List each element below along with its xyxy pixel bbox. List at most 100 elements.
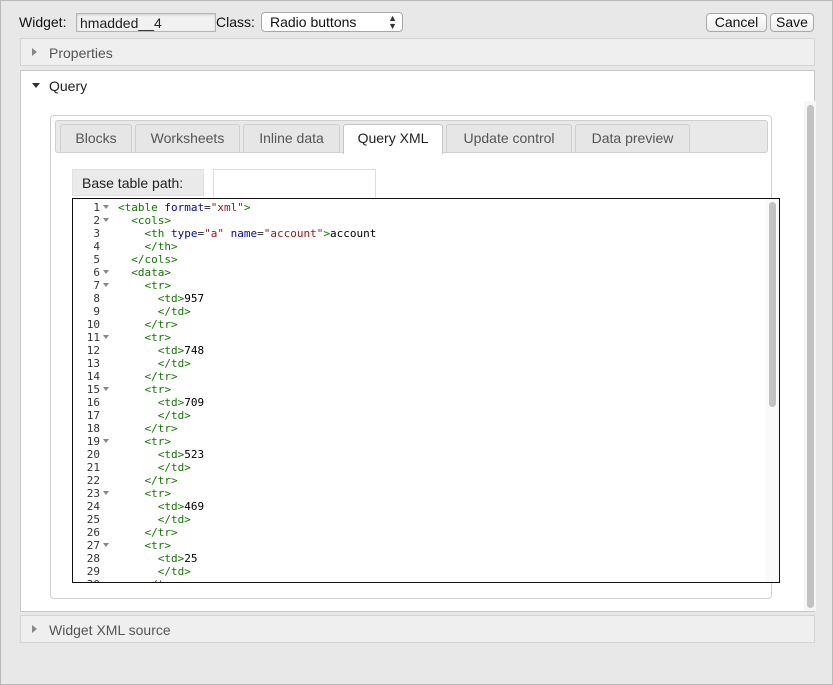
fold-arrow-icon[interactable] xyxy=(103,218,109,222)
code-line: 14 </tr> xyxy=(73,370,779,383)
line-number: 23 xyxy=(86,487,100,500)
code-text: </tr> xyxy=(144,422,178,435)
line-number: 22 xyxy=(86,474,100,487)
class-select[interactable]: Radio buttons ▲ ▼ xyxy=(261,12,403,32)
code-line: 29 </td> xyxy=(73,565,779,578)
fold-arrow-icon[interactable] xyxy=(103,335,109,339)
code-text: <tr> xyxy=(144,435,172,448)
line-number: 16 xyxy=(86,396,100,409)
code-text: <cols> xyxy=(131,214,171,227)
code-line: 25 </td> xyxy=(73,513,779,526)
code-line: 21 </td> xyxy=(73,461,779,474)
code-line: 20 <td>523 xyxy=(73,448,779,461)
code-text: <td>748 xyxy=(157,344,205,357)
code-text: </tr> xyxy=(144,526,178,539)
editor-scrollbar-thumb[interactable] xyxy=(769,202,776,407)
code-line: 3 <th type="a" name="account">account xyxy=(73,227,779,240)
code-text: <tr> xyxy=(144,487,172,500)
code-line: 24 <td>469 xyxy=(73,500,779,513)
line-number: 19 xyxy=(86,435,100,448)
code-text: </cols> xyxy=(131,253,178,266)
widget-xml-source-header[interactable]: Widget XML source xyxy=(20,615,815,643)
code-text: <tr> xyxy=(144,539,172,552)
code-text: <tr> xyxy=(144,331,172,344)
cancel-button[interactable]: Cancel xyxy=(706,13,767,32)
line-number: 10 xyxy=(86,318,100,331)
code-text: <td>469 xyxy=(157,500,205,513)
code-text: </td> xyxy=(157,461,191,474)
widget-xml-source-title: Widget XML source xyxy=(49,622,171,638)
code-text: <tr> xyxy=(144,279,172,292)
code-line: 30 </tr> xyxy=(73,578,779,582)
code-text: <tr> xyxy=(144,383,172,396)
code-text: </td> xyxy=(157,565,191,578)
line-number: 5 xyxy=(93,253,100,266)
fold-arrow-icon[interactable] xyxy=(103,283,109,287)
code-text: <data> xyxy=(131,266,171,279)
query-tabs-panel: Blocks Worksheets Inline data Query XML … xyxy=(50,115,780,599)
code-text: </td> xyxy=(157,357,191,370)
query-section-body: Blocks Worksheets Inline data Query XML … xyxy=(20,101,816,612)
code-text: <th type="a" name="account">account xyxy=(144,227,377,240)
widget-label: Widget: xyxy=(19,14,67,30)
class-select-value: Radio buttons xyxy=(270,14,357,30)
select-arrows-icon: ▲ ▼ xyxy=(388,13,397,31)
base-table-path-input[interactable] xyxy=(213,169,376,197)
editor-scrollbar-track[interactable] xyxy=(765,199,779,582)
code-line: 4 </th> xyxy=(73,240,779,253)
code-line: 7 <tr> xyxy=(73,279,779,292)
fold-arrow-icon[interactable] xyxy=(103,387,109,391)
line-number: 15 xyxy=(86,383,100,396)
line-number: 30 xyxy=(73,578,100,582)
code-text: </tr> xyxy=(144,370,178,383)
properties-section-header[interactable]: Properties xyxy=(20,38,815,66)
line-number: 1 xyxy=(93,201,100,214)
code-text: </td> xyxy=(157,305,191,318)
fold-arrow-icon[interactable] xyxy=(103,543,109,547)
class-label: Class: xyxy=(216,14,255,30)
fold-arrow-icon[interactable] xyxy=(103,491,109,495)
tab-query-xml[interactable]: Query XML xyxy=(343,124,443,154)
code-line: 8 <td>957 xyxy=(73,292,779,305)
line-number: 4 xyxy=(93,240,100,253)
line-number: 21 xyxy=(86,461,100,474)
bottom-spacer xyxy=(20,643,815,678)
line-number: 25 xyxy=(86,513,100,526)
fold-arrow-icon[interactable] xyxy=(103,439,109,443)
code-line: 2 <cols> xyxy=(73,214,779,227)
code-line: 11 <tr> xyxy=(73,331,779,344)
code-text: </th> xyxy=(144,240,178,253)
tab-update-control[interactable]: Update control xyxy=(446,124,572,152)
line-number: 3 xyxy=(93,227,100,240)
query-section-header[interactable]: Query xyxy=(20,70,815,102)
tab-blocks[interactable]: Blocks xyxy=(60,124,132,152)
line-number: 28 xyxy=(86,552,100,565)
code-line: 13 </td> xyxy=(73,357,779,370)
code-line: 12 <td>748 xyxy=(73,344,779,357)
line-number: 8 xyxy=(93,292,100,305)
line-number: 13 xyxy=(86,357,100,370)
section-scrollbar-thumb[interactable] xyxy=(807,105,814,608)
code-line: 1 <table format="xml"> xyxy=(73,201,779,214)
tab-data-preview[interactable]: Data preview xyxy=(575,124,690,152)
line-number: 18 xyxy=(86,422,100,435)
code-line: 23 <tr> xyxy=(73,487,779,500)
fold-arrow-icon[interactable] xyxy=(103,270,109,274)
line-number: 29 xyxy=(86,565,100,578)
code-line: 18 </tr> xyxy=(73,422,779,435)
query-section-title: Query xyxy=(49,78,88,94)
widget-name-input[interactable] xyxy=(76,13,216,32)
code-text: <table format="xml"> xyxy=(118,201,251,214)
query-xml-editor[interactable]: 1 <table format="xml"> 2 <cols> 3 <th type=… xyxy=(72,198,780,583)
code-line: 16 <td>709 xyxy=(73,396,779,409)
line-number: 11 xyxy=(86,331,100,344)
code-line: 9 </td> xyxy=(73,305,779,318)
caret-right-icon xyxy=(32,48,37,56)
tab-inline-data[interactable]: Inline data xyxy=(243,124,340,152)
line-number: 6 xyxy=(93,266,100,279)
widget-editor-window: Widget: Class: Radio buttons ▲▼ Cancel S… xyxy=(0,0,833,685)
save-button[interactable]: Save xyxy=(770,13,814,32)
line-number: 26 xyxy=(86,526,100,539)
fold-arrow-icon[interactable] xyxy=(103,205,109,209)
tab-worksheets[interactable]: Worksheets xyxy=(135,124,240,152)
